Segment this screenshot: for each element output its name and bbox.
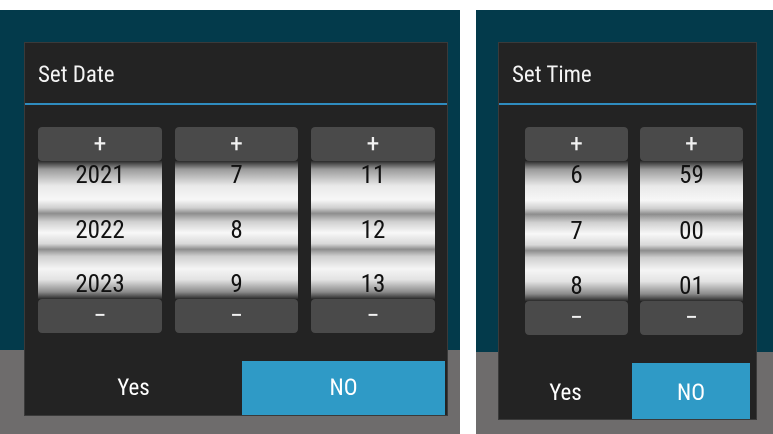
- month-spinner[interactable]: + 7 8 9 −: [175, 127, 298, 333]
- previous-value: 2021: [75, 161, 125, 190]
- previous-value: 6: [570, 161, 583, 190]
- no-button[interactable]: NO: [242, 361, 445, 415]
- yes-button[interactable]: Yes: [25, 361, 242, 415]
- selected-value: 12: [360, 216, 386, 245]
- decrement-month-button[interactable]: −: [175, 299, 298, 333]
- decrement-year-button[interactable]: −: [38, 299, 162, 333]
- hour-spinner[interactable]: + 6 7 8 −: [525, 127, 628, 335]
- selected-value: 2022: [75, 216, 125, 245]
- previous-value: 11: [360, 161, 386, 190]
- day-spinner[interactable]: + 11 12 13 −: [311, 127, 435, 333]
- yes-button[interactable]: Yes: [499, 363, 632, 419]
- dialog-title-text: Set Time: [512, 61, 592, 88]
- year-drum[interactable]: 2021 2022 2023: [38, 161, 162, 299]
- month-drum[interactable]: 7 8 9: [175, 161, 298, 299]
- previous-value: 7: [230, 161, 243, 190]
- next-value: 2023: [75, 270, 125, 299]
- next-value: 8: [570, 272, 583, 301]
- dialog-title: Set Time: [499, 43, 756, 105]
- previous-value: 59: [679, 161, 704, 190]
- no-button[interactable]: NO: [632, 363, 750, 419]
- increment-hour-button[interactable]: +: [525, 127, 628, 161]
- decrement-day-button[interactable]: −: [311, 299, 435, 333]
- hour-drum[interactable]: 6 7 8: [525, 161, 628, 301]
- next-value: 01: [679, 272, 704, 301]
- set-date-dialog: Set Date + 2021 2022 2023 − + 7 8 9 − + …: [24, 42, 448, 416]
- dialog-title-text: Set Date: [38, 61, 115, 88]
- selected-value: 8: [230, 216, 243, 245]
- next-value: 9: [230, 270, 243, 299]
- decrement-hour-button[interactable]: −: [525, 301, 628, 335]
- minute-drum[interactable]: 59 00 01: [640, 161, 743, 301]
- decrement-minute-button[interactable]: −: [640, 301, 743, 335]
- increment-minute-button[interactable]: +: [640, 127, 743, 161]
- increment-month-button[interactable]: +: [175, 127, 298, 161]
- selected-value: 7: [570, 217, 583, 246]
- increment-year-button[interactable]: +: [38, 127, 162, 161]
- increment-day-button[interactable]: +: [311, 127, 435, 161]
- dialog-title: Set Date: [25, 43, 447, 105]
- year-spinner[interactable]: + 2021 2022 2023 −: [38, 127, 162, 333]
- set-time-dialog: Set Time + 6 7 8 − + 59 00 01 − Yes NO: [498, 42, 757, 420]
- minute-spinner[interactable]: + 59 00 01 −: [640, 127, 743, 335]
- day-drum[interactable]: 11 12 13: [311, 161, 435, 299]
- next-value: 13: [360, 270, 386, 299]
- selected-value: 00: [679, 217, 704, 246]
